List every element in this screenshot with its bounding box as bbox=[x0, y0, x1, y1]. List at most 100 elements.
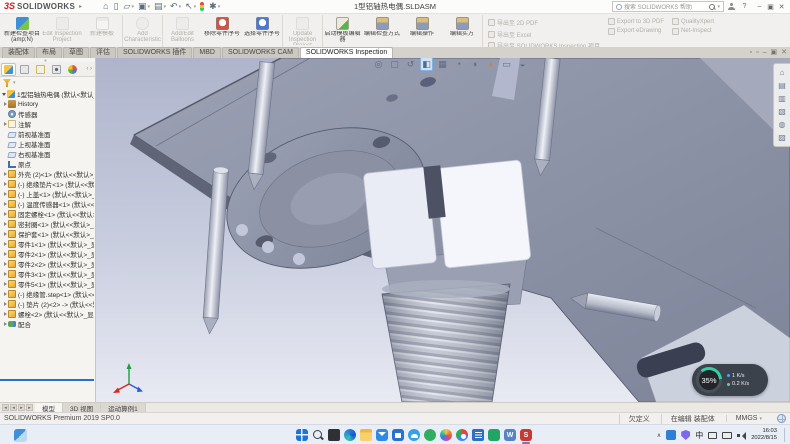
ribbon-button[interactable]: Edit Inspection Project bbox=[42, 15, 82, 47]
solidworks-resources-icon[interactable]: ⌂ bbox=[780, 68, 785, 77]
expand-arrow-icon[interactable] bbox=[2, 251, 8, 257]
tree-item[interactable]: (-) 绝缘垫片<1> (默认<<默认>_显示状 bbox=[0, 179, 94, 189]
start-button[interactable] bbox=[296, 429, 308, 441]
ribbon-button[interactable]: 移除零件序号 bbox=[202, 15, 242, 47]
hide-show-items-icon[interactable]: ◑ bbox=[468, 58, 481, 71]
volume-icon[interactable] bbox=[737, 431, 746, 440]
green-app-icon[interactable] bbox=[424, 429, 436, 441]
apply-scene-icon[interactable]: ▭ bbox=[500, 58, 513, 71]
dropdown-caret-icon[interactable]: ▾ bbox=[131, 4, 134, 10]
expand-arrow-icon[interactable] bbox=[2, 231, 8, 237]
tree-item[interactable]: (-) 垫片 (2)<2> -> (默认<<默认>_ bbox=[0, 299, 94, 309]
expand-arrow-icon[interactable] bbox=[2, 111, 8, 117]
previous-view-icon[interactable]: ↺ bbox=[404, 58, 417, 71]
ribbon-tab[interactable]: 装配体 bbox=[2, 47, 35, 58]
tree-item[interactable]: 前视基准面 bbox=[0, 129, 94, 139]
ribbon-button[interactable]: Add Characteristic bbox=[122, 15, 162, 47]
ribbon-tab[interactable]: 布局 bbox=[36, 47, 62, 58]
cloud-app-icon[interactable] bbox=[408, 429, 420, 441]
ribbon-button[interactable]: 启动模板编辑器 bbox=[322, 15, 362, 47]
tab-scroll-arrow-icon[interactable]: ◂ bbox=[2, 404, 9, 411]
tray-expand-icon[interactable]: ∧ bbox=[657, 432, 661, 439]
undo-icon[interactable]: ↶ ▾ bbox=[169, 2, 182, 11]
dropdown-caret-icon[interactable]: ▾ bbox=[194, 4, 197, 10]
logo-expand-arrow-icon[interactable]: ▸ bbox=[79, 3, 82, 10]
select-icon[interactable]: ↖ ▾ bbox=[184, 2, 197, 11]
expand-arrow-icon[interactable] bbox=[2, 211, 8, 217]
ribbon-button[interactable]: 编辑检查方式 bbox=[362, 15, 402, 47]
panel-tab[interactable] bbox=[1, 63, 16, 76]
widgets-icon[interactable] bbox=[14, 429, 27, 442]
expand-arrow-icon[interactable] bbox=[2, 281, 8, 287]
status-segment[interactable]: MMGS ▾ bbox=[726, 415, 771, 422]
onedrive-icon[interactable] bbox=[666, 430, 676, 440]
document-tab[interactable]: 3D 视图 bbox=[63, 403, 101, 412]
wps-icon[interactable] bbox=[488, 429, 500, 441]
tree-item[interactable]: 零件2<1> (默认<<默认>_显示状态 bbox=[0, 249, 94, 259]
ribbon-tab[interactable]: SOLIDWORKS CAM bbox=[222, 47, 299, 58]
tree-root-item[interactable]: 1型铝轴热电偶 (默认<默认_显示状态-1> bbox=[0, 89, 94, 99]
panel-tab[interactable] bbox=[17, 63, 32, 76]
doc-tile-icon[interactable]: ▫ bbox=[756, 48, 758, 57]
dropdown-caret-icon[interactable]: ▾ bbox=[164, 4, 167, 10]
tree-item[interactable]: 密封圈<1> (默认<<默认>_显示状 bbox=[0, 219, 94, 229]
expand-arrow-icon[interactable] bbox=[2, 161, 8, 167]
search-caret-icon[interactable]: ▾ bbox=[717, 4, 720, 10]
panel-tab[interactable] bbox=[49, 63, 64, 76]
view-palette-icon[interactable]: ▧ bbox=[778, 107, 786, 116]
tree-item[interactable]: 零件2<2> (默认<<默认>_显示状态 bbox=[0, 259, 94, 269]
expand-arrow-icon[interactable] bbox=[2, 291, 8, 297]
filter-caret-icon[interactable]: ▾ bbox=[13, 80, 16, 86]
dictionary-app-icon[interactable] bbox=[472, 429, 484, 441]
tree-item[interactable]: 传感器 bbox=[0, 109, 94, 119]
panel-tab[interactable] bbox=[33, 63, 48, 76]
search-icon[interactable] bbox=[709, 4, 715, 10]
tree-item[interactable]: 上视基准面 bbox=[0, 139, 94, 149]
ime-indicator[interactable]: 中 bbox=[695, 430, 703, 441]
performance-overlay[interactable]: 35% 1 K/s 0.2 K/s bbox=[692, 364, 768, 396]
tab-scroll-arrow-icon[interactable]: ▸ bbox=[18, 404, 25, 411]
filter-icon[interactable] bbox=[3, 79, 11, 87]
solidworks-logo[interactable]: 3S SOLIDWORKS ▸ bbox=[0, 2, 86, 11]
dropdown-caret-icon[interactable]: ▾ bbox=[179, 4, 182, 10]
tab-scroll-arrow-icon[interactable]: ◂ bbox=[10, 404, 17, 411]
tree-item[interactable]: (-) 温度传感器<1> (默认<<默认>_ bbox=[0, 199, 94, 209]
custom-properties-icon[interactable]: ▨ bbox=[778, 133, 786, 142]
tree-item[interactable]: 螺栓<2> (默认<<默认>_显示状态 bbox=[0, 309, 94, 319]
ribbon-button[interactable]: 选择零件序号 bbox=[242, 15, 282, 47]
tree-item[interactable]: 原点 bbox=[0, 159, 94, 169]
ribbon-tab[interactable]: SOLIDWORKS Inspection bbox=[300, 47, 393, 58]
document-tab[interactable]: 运动算例1 bbox=[101, 403, 146, 412]
new-document-icon[interactable]: ▯ bbox=[113, 2, 121, 11]
task-view-icon[interactable] bbox=[328, 429, 340, 441]
ribbon-button[interactable]: 新建模板 bbox=[82, 15, 122, 47]
expand-arrow-icon[interactable] bbox=[2, 201, 8, 207]
status-segment[interactable]: 欠定义 bbox=[619, 414, 661, 424]
clock[interactable]: 16:03 2022/8/15 bbox=[751, 428, 777, 442]
expand-arrow-icon[interactable] bbox=[2, 171, 8, 177]
tree-item[interactable]: 零件3<1> (默认<<默认>_显示状态 bbox=[0, 269, 94, 279]
status-segment[interactable]: 在编辑 装配体 bbox=[661, 414, 726, 424]
doc-minimize-button[interactable]: – bbox=[763, 48, 767, 57]
ribbon-tab[interactable]: 草图 bbox=[63, 47, 89, 58]
tree-item[interactable]: 固定螺栓<1> (默认<<默认>_显示 bbox=[0, 209, 94, 219]
tree-item[interactable]: 外壳 (2)<1> (默认<<默认>_显示状 bbox=[0, 169, 94, 179]
tree-item[interactable]: 零件1<1> (默认<<默认>_显示状态 bbox=[0, 239, 94, 249]
unit-caret-icon[interactable]: ▾ bbox=[759, 416, 762, 422]
display-icon[interactable] bbox=[722, 432, 732, 439]
expand-arrow-icon[interactable] bbox=[2, 301, 8, 307]
open-icon[interactable]: ▱ ▾ bbox=[123, 2, 135, 11]
ribbon-button[interactable]: 新建检查项目 (amp;N) bbox=[2, 15, 42, 47]
minimize-button[interactable]: – bbox=[754, 3, 765, 11]
tree-item[interactable]: 零件5<1> (默认<<默认>_显示状态 bbox=[0, 279, 94, 289]
touch-keyboard-icon[interactable] bbox=[708, 432, 717, 439]
help-button[interactable]: ? bbox=[739, 3, 750, 10]
doc-restore-button[interactable]: ▣ bbox=[771, 48, 778, 57]
tree-item[interactable]: (-) 上盖<1> (默认<<默认>_显示状 bbox=[0, 189, 94, 199]
globe-icon[interactable] bbox=[777, 414, 786, 423]
ribbon-tab[interactable]: SOLIDWORKS 插件 bbox=[117, 47, 192, 58]
expand-arrow-icon[interactable] bbox=[2, 221, 8, 227]
taskbar-search-icon[interactable] bbox=[312, 429, 324, 441]
tree-item[interactable]: (-) 绝缘管.step<1> (默认<<默认>_ bbox=[0, 289, 94, 299]
tree-item[interactable]: History bbox=[0, 99, 94, 109]
